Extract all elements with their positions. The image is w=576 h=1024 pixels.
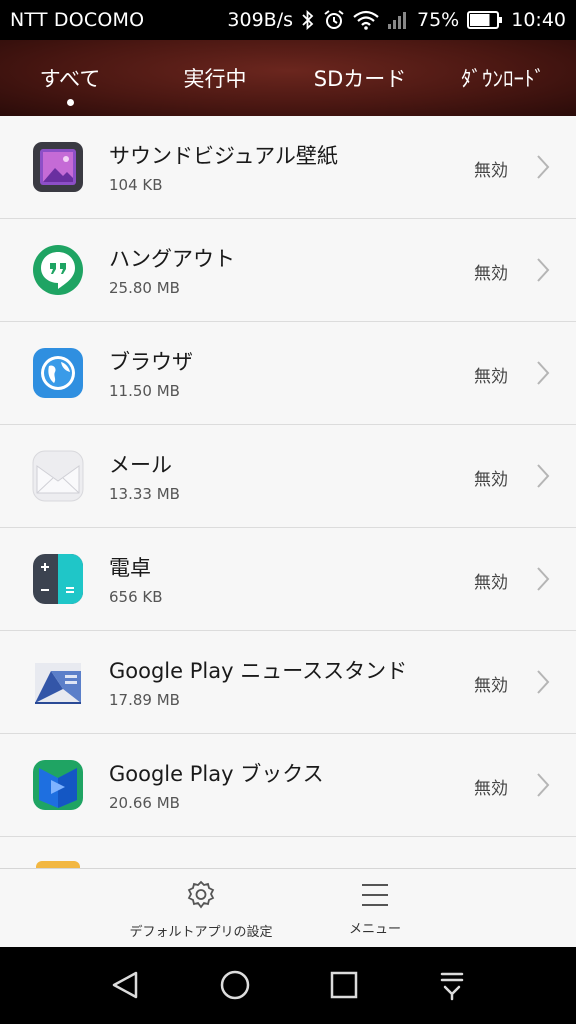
battery-percent: 75% <box>417 9 460 31</box>
app-row[interactable]: Google Play ブックス 20.66 MB 無効 <box>0 734 576 837</box>
menu-label: メニュー <box>348 922 401 937</box>
app-name: サウンドビジュアル壁紙 <box>109 144 338 168</box>
browser-globe-icon <box>31 346 85 400</box>
app-list: サウンドビジュアル壁紙 104 KB 無効 ハングアウト 25.80 MB 無効 <box>0 116 576 868</box>
app-size: 11.50 MB <box>109 382 180 400</box>
newsstand-icon <box>31 655 85 709</box>
chevron-right-icon <box>536 463 550 493</box>
menu-button[interactable]: メニュー <box>335 869 415 948</box>
app-size: 25.80 MB <box>109 279 180 297</box>
back-icon[interactable] <box>110 965 142 1009</box>
app-size: 656 KB <box>109 588 163 606</box>
navigation-bar <box>0 947 576 1024</box>
play-books-icon <box>31 758 85 812</box>
app-name: メール <box>109 453 172 477</box>
carrier-name: NTT DOCOMO <box>10 9 145 31</box>
notification-pulldown-icon[interactable] <box>436 965 468 1009</box>
mail-envelope-icon <box>31 449 85 503</box>
tab-all[interactable]: すべて <box>0 40 140 116</box>
app-name: ハングアウト <box>109 247 235 271</box>
chevron-right-icon <box>536 257 550 287</box>
app-size: 20.66 MB <box>109 794 180 812</box>
status-bar: NTT DOCOMO 309B/s 75% 10:40 <box>0 0 576 40</box>
app-row[interactable]: ブラウザ 11.50 MB 無効 <box>0 322 576 425</box>
chevron-right-icon <box>536 154 550 184</box>
signal-strength-icon <box>387 10 409 30</box>
wifi-icon <box>353 10 379 30</box>
selected-tab-indicator <box>67 99 74 106</box>
menu-hamburger-icon <box>360 882 390 912</box>
tab-running[interactable]: 実行中 <box>140 40 290 116</box>
category-tabs: すべて 実行中 SDカード ﾀﾞｳﾝﾛｰﾄﾞ <box>0 40 576 116</box>
partial-app-icon <box>36 861 80 868</box>
tab-downloaded[interactable]: ﾀﾞｳﾝﾛｰﾄﾞ <box>430 40 576 116</box>
app-size: 13.33 MB <box>109 485 180 503</box>
battery-icon <box>467 10 503 30</box>
tab-label: ﾀﾞｳﾝﾛｰﾄﾞ <box>461 67 545 91</box>
photo-frame-icon <box>31 140 85 194</box>
default-apps-settings-button[interactable]: デフォルトアプリの設定 <box>118 869 284 948</box>
app-row[interactable]: メール 13.33 MB 無効 <box>0 425 576 528</box>
tab-label: すべて <box>39 67 101 91</box>
calculator-icon <box>31 552 85 606</box>
app-row[interactable]: 電卓 656 KB 無効 <box>0 528 576 631</box>
chevron-right-icon <box>536 360 550 390</box>
tab-label: SDカード <box>313 67 407 91</box>
app-name: Google Play ニューススタンド <box>109 659 408 683</box>
chevron-right-icon <box>536 566 550 596</box>
app-row-partial[interactable] <box>0 837 576 868</box>
app-row[interactable]: サウンドビジュアル壁紙 104 KB 無効 <box>0 116 576 219</box>
tab-label: 実行中 <box>183 67 247 91</box>
default-apps-label: デフォルトアプリの設定 <box>129 925 273 940</box>
recent-apps-icon[interactable] <box>328 965 360 1009</box>
app-status: 無効 <box>474 367 508 387</box>
app-status: 無効 <box>474 779 508 799</box>
app-status: 無効 <box>474 676 508 696</box>
bottom-action-bar: デフォルトアプリの設定 メニュー <box>0 868 576 947</box>
app-size: 17.89 MB <box>109 691 180 709</box>
app-name: 電卓 <box>109 556 151 580</box>
gear-icon <box>185 879 217 915</box>
hangouts-icon <box>31 243 85 297</box>
app-status: 無効 <box>474 264 508 284</box>
clock-time: 10:40 <box>511 9 566 31</box>
bluetooth-icon <box>301 10 315 30</box>
app-status: 無効 <box>474 573 508 593</box>
app-name: Google Play ブックス <box>109 762 324 786</box>
network-speed: 309B/s <box>227 9 293 31</box>
app-status: 無効 <box>474 470 508 490</box>
app-size: 104 KB <box>109 176 163 194</box>
alarm-clock-icon <box>323 9 345 31</box>
app-row[interactable]: Google Play ニューススタンド 17.89 MB 無効 <box>0 631 576 734</box>
chevron-right-icon <box>536 772 550 802</box>
app-row[interactable]: ハングアウト 25.80 MB 無効 <box>0 219 576 322</box>
tab-sd-card[interactable]: SDカード <box>290 40 430 116</box>
app-status: 無効 <box>474 161 508 181</box>
home-icon[interactable] <box>218 965 252 1009</box>
chevron-right-icon <box>536 669 550 699</box>
app-name: ブラウザ <box>109 350 193 374</box>
